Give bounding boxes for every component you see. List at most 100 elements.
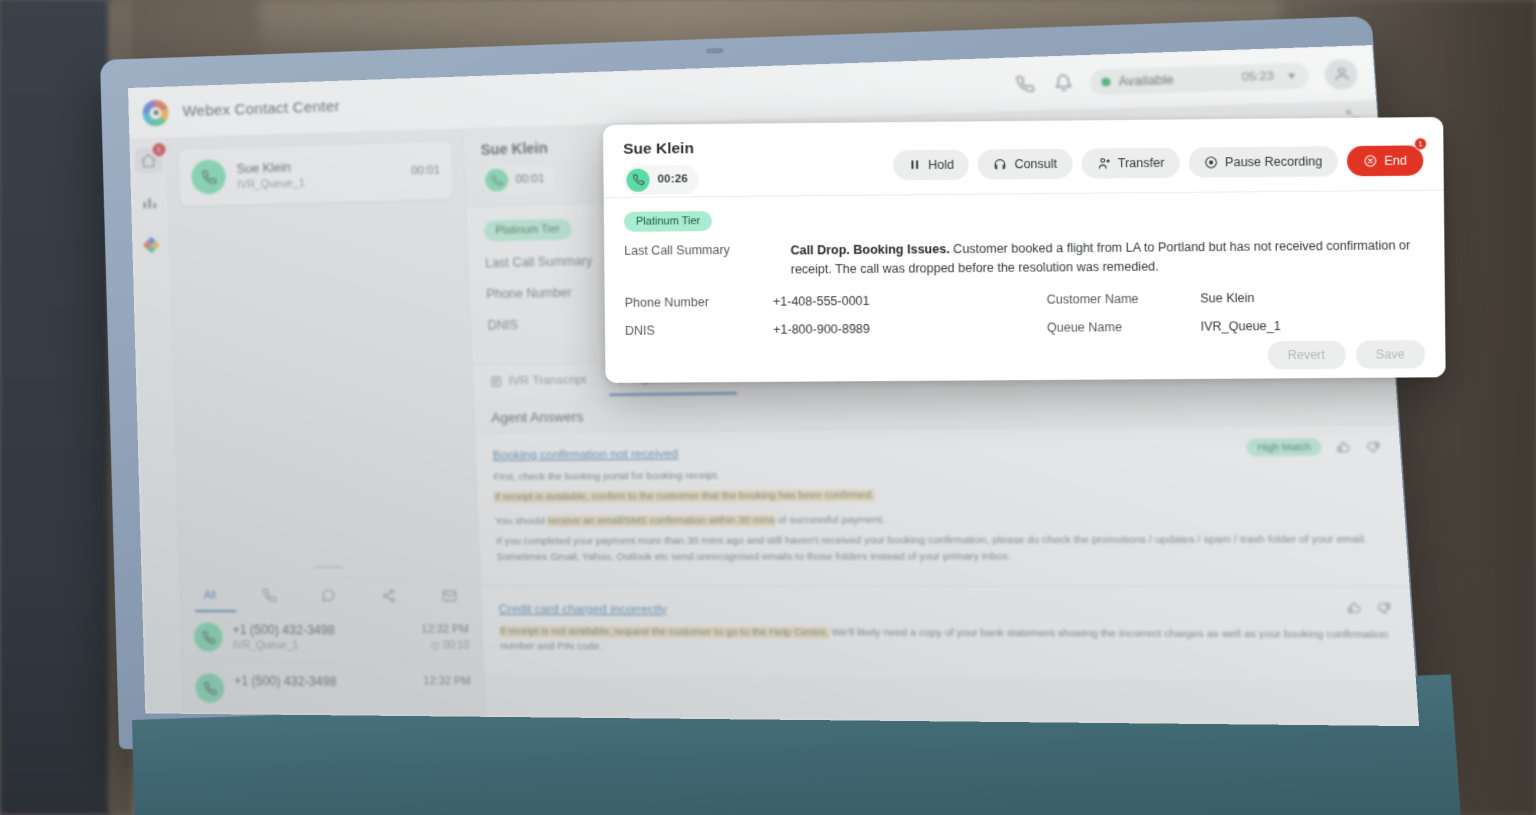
background-dark-panel [0, 0, 112, 815]
chevron-down-icon: ▼ [1286, 69, 1298, 82]
answer-card-badges: High Match [1246, 438, 1381, 457]
overlay-timer-text: 00:26 [657, 173, 689, 186]
list-item-meta: 12:32 PM 00:10 [421, 623, 469, 652]
detail-tier-badge: Platinum Tier [483, 218, 573, 242]
laptop-camera-notch [705, 47, 724, 54]
answer-paragraph-post: of successful payment. [774, 514, 886, 527]
queue-name-value: IVR_Queue_1 [1200, 318, 1281, 334]
phone-icon [193, 622, 223, 652]
sidebar-item-home[interactable]: 1 [134, 142, 166, 174]
webex-logo-icon [142, 99, 169, 127]
task-card[interactable]: Sue Klein IVR_Queue_1 00:01 [177, 140, 455, 207]
pause-icon [911, 160, 918, 170]
avatar[interactable] [1323, 58, 1359, 90]
thumb-up-icon[interactable] [1346, 600, 1362, 615]
headset-icon [993, 157, 1007, 171]
overlay-call-timer: 00:26 [623, 164, 700, 195]
task-meta: Sue Klein IVR_Queue_1 [236, 159, 305, 191]
record-circle-icon [1204, 155, 1218, 169]
history-tab-calls[interactable] [250, 578, 288, 612]
end-button-label: End [1384, 153, 1408, 168]
overlay-summary-label: Last Call Summary [624, 242, 730, 258]
tab-ivr-transcript[interactable]: IVR Transcript [490, 374, 587, 397]
pause-recording-button[interactable]: Pause Recording [1188, 145, 1338, 178]
close-circle-icon [1363, 153, 1377, 167]
person-transfer-icon [1096, 156, 1110, 170]
task-list-spacer [170, 210, 479, 566]
list-item[interactable]: +1 (500) 432-3498 12:32 PM [182, 662, 485, 717]
hold-button-label: Hold [927, 157, 955, 172]
revert-button[interactable]: Revert [1267, 340, 1346, 370]
answer-line-1: First, check the booking portal for book… [493, 470, 720, 484]
status-selector[interactable]: Available 05:23 ▼ [1089, 61, 1310, 95]
history-tab-email[interactable] [430, 578, 469, 613]
overlay-summary-bold: Call Drop. Booking Issues. [790, 242, 950, 258]
overlay-header: Sue Klein 00:26 Hold Consult Transfer Pa… [603, 117, 1444, 197]
thumb-down-icon[interactable] [1376, 600, 1393, 615]
phone-icon[interactable] [1013, 73, 1037, 95]
status-badge: High Match [1246, 438, 1323, 457]
answer-line-1: If receipt is not available, request the… [499, 624, 1395, 660]
overlay-customer-name: Sue Klein [623, 139, 695, 158]
list-item-meta: 12:32 PM [423, 675, 471, 688]
save-button[interactable]: Save [1355, 339, 1426, 369]
scene: Webex Contact Center Available 05:23 ▼ 1… [0, 0, 1536, 815]
sidebar-item-analytics[interactable] [135, 189, 164, 216]
dnis-value: +1-800-900-8989 [773, 321, 870, 337]
end-button-wrapper: End 1 [1346, 136, 1428, 176]
history-tab-all-label: All [203, 588, 217, 602]
app-title: Webex Contact Center [182, 97, 341, 121]
history-tab-all[interactable]: All [191, 578, 229, 612]
end-button[interactable]: End [1346, 144, 1424, 176]
answer-line-2-highlight: If receipt is available, confirm to the … [494, 489, 875, 503]
active-call-overlay: Sue Klein 00:26 Hold Consult Transfer Pa… [603, 116, 1446, 383]
thumb-up-icon[interactable] [1335, 439, 1351, 454]
answer-title[interactable]: Credit card charged incorrectly [499, 603, 668, 616]
phone-number-label: Phone Number [624, 294, 709, 310]
list-item[interactable]: +1 (500) 432-3498 IVR_Queue_1 12:32 PM 0… [181, 611, 483, 665]
header-actions: Available 05:23 ▼ [1012, 58, 1359, 99]
answer-card[interactable]: Credit card charged incorrectly If recei… [480, 584, 1417, 681]
task-timer: 00:01 [410, 164, 441, 178]
history-tab-indicator [195, 609, 237, 613]
history-tab-social[interactable] [370, 578, 409, 613]
end-button-badge: 1 [1413, 136, 1428, 150]
transfer-button-label: Transfer [1117, 155, 1165, 170]
thumb-down-icon[interactable] [1365, 439, 1381, 454]
answer-paragraph-highlight: receive an email/SMS confirmation within… [547, 515, 776, 528]
answer-paragraph-2: If you completed your payment more than … [495, 533, 1368, 564]
home-badge: 1 [151, 142, 166, 157]
answer-line-1-highlight: If receipt is not available, request the… [499, 625, 829, 639]
phone-icon [484, 168, 509, 192]
transfer-button[interactable]: Transfer [1081, 147, 1180, 179]
detail-timer-text: 00:01 [515, 172, 545, 186]
task-queue-name: IVR_Queue_1 [236, 176, 305, 191]
customer-name-label: Customer Name [1046, 291, 1139, 307]
answer-paragraph-pre: You should [495, 515, 548, 528]
answer-card[interactable]: High Match Booking confirmation not rece… [474, 422, 1410, 586]
hold-button[interactable]: Hold [892, 149, 970, 180]
overlay-call-actions: Hold Consult Transfer Pause Recording En… [892, 136, 1428, 180]
answer-line-2: If receipt is available, confirm to the … [494, 485, 1384, 506]
phone-number-value: +1-408-555-0001 [772, 293, 870, 309]
list-item-queue: IVR_Queue_1 [232, 640, 299, 653]
answer-title[interactable]: Booking confirmation not received [492, 448, 678, 462]
phone-icon [626, 168, 650, 192]
task-customer-name: Sue Klein [236, 159, 292, 176]
resize-handle[interactable] [313, 565, 343, 569]
consult-button[interactable]: Consult [977, 148, 1073, 180]
answer-card-badges [1346, 600, 1392, 615]
list-item-time: 12:32 PM [421, 623, 470, 637]
consult-button-label: Consult [1014, 156, 1058, 171]
list-item-main: +1 (500) 432-3498 IVR_Queue_1 [232, 623, 335, 653]
history-tab-chat[interactable] [310, 578, 348, 613]
overlay-tier-badge: Platinum Tier [623, 211, 713, 232]
overlay-field-grid: Phone Number +1-408-555-0001 Customer Na… [624, 289, 1425, 338]
overlay-summary-text: Call Drop. Booking Issues. Customer book… [790, 236, 1422, 280]
overlay-body: Platinum Tier Last Call Summary Call Dro… [604, 191, 1446, 338]
status-label: Available [1117, 71, 1175, 89]
bell-icon[interactable] [1051, 72, 1075, 94]
list-item-number: +1 (500) 432-3498 [232, 622, 335, 638]
sidebar-item-apps[interactable] [136, 232, 165, 259]
queue-name-label: Queue Name [1046, 319, 1123, 335]
